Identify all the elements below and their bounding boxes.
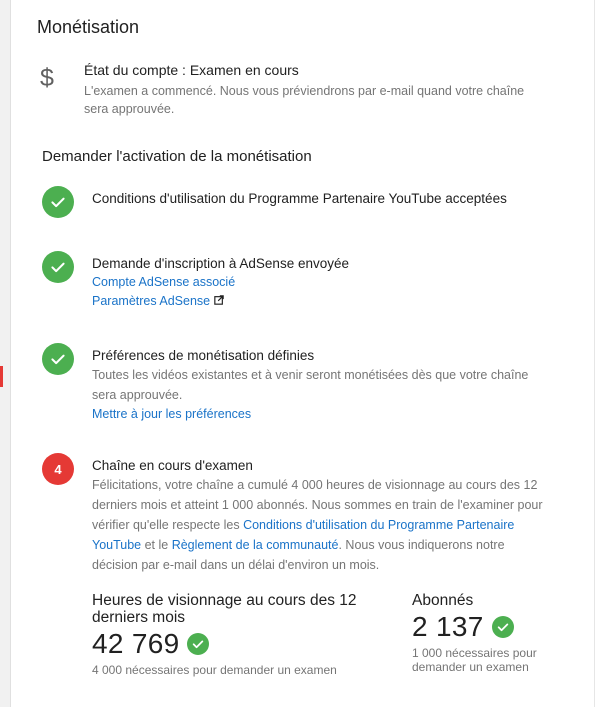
subscribers-value: 2 137 <box>412 611 484 642</box>
step-title: Préférences de monétisation définies <box>92 348 315 363</box>
section-title: Demander l'activation de la monétisation <box>42 148 312 165</box>
step-title: Conditions d'utilisation du Programme Pa… <box>92 191 507 206</box>
check-circle-icon <box>42 251 74 283</box>
account-status-description: L'examen a commencé. Nous vous préviendr… <box>84 84 525 116</box>
step-number-badge: 4 <box>42 453 74 485</box>
adsense-settings-label: Paramètres AdSense <box>92 294 211 308</box>
page-title: Monétisation <box>37 17 140 37</box>
subscribers-stat: Abonnés 2 137 1 000 nécessaires pour dem… <box>412 592 562 674</box>
external-link-icon <box>214 292 224 311</box>
check-circle-icon <box>187 633 210 655</box>
watch-hours-stat: Heures de visionnage au cours des 12 der… <box>92 592 362 677</box>
check-circle-icon <box>491 616 514 638</box>
adsense-account-link[interactable]: Compte AdSense associé <box>92 273 547 292</box>
watch-hours-hint: 4 000 nécessaires pour demander un exame… <box>92 663 337 677</box>
check-circle-icon <box>42 343 74 375</box>
subscribers-label: Abonnés <box>412 592 474 609</box>
rail-active-marker <box>0 366 3 387</box>
description-text: et le <box>141 538 172 552</box>
step-description: Félicitations, votre chaîne a cumulé 4 0… <box>92 475 547 575</box>
watch-hours-label: Heures de visionnage au cours des 12 der… <box>92 592 357 626</box>
step-title: Chaîne en cours d'examen <box>92 458 253 473</box>
update-preferences-link[interactable]: Mettre à jour les préférences <box>92 405 547 424</box>
watch-hours-value: 42 769 <box>92 628 180 659</box>
check-circle-icon <box>42 186 74 218</box>
step-description: Toutes les vidéos existantes et à venir … <box>92 368 529 402</box>
adsense-settings-link[interactable]: Paramètres AdSense <box>92 292 547 311</box>
community-guidelines-link[interactable]: Règlement de la communauté <box>172 538 339 552</box>
left-rail <box>0 0 11 707</box>
account-status-text: État du compte : Examen en cours <box>84 62 299 78</box>
step-title: Demande d'inscription à AdSense envoyée <box>92 256 349 271</box>
subscribers-hint: 1 000 nécessaires pour demander un exame… <box>412 646 537 674</box>
dollar-icon: $ <box>40 64 54 92</box>
